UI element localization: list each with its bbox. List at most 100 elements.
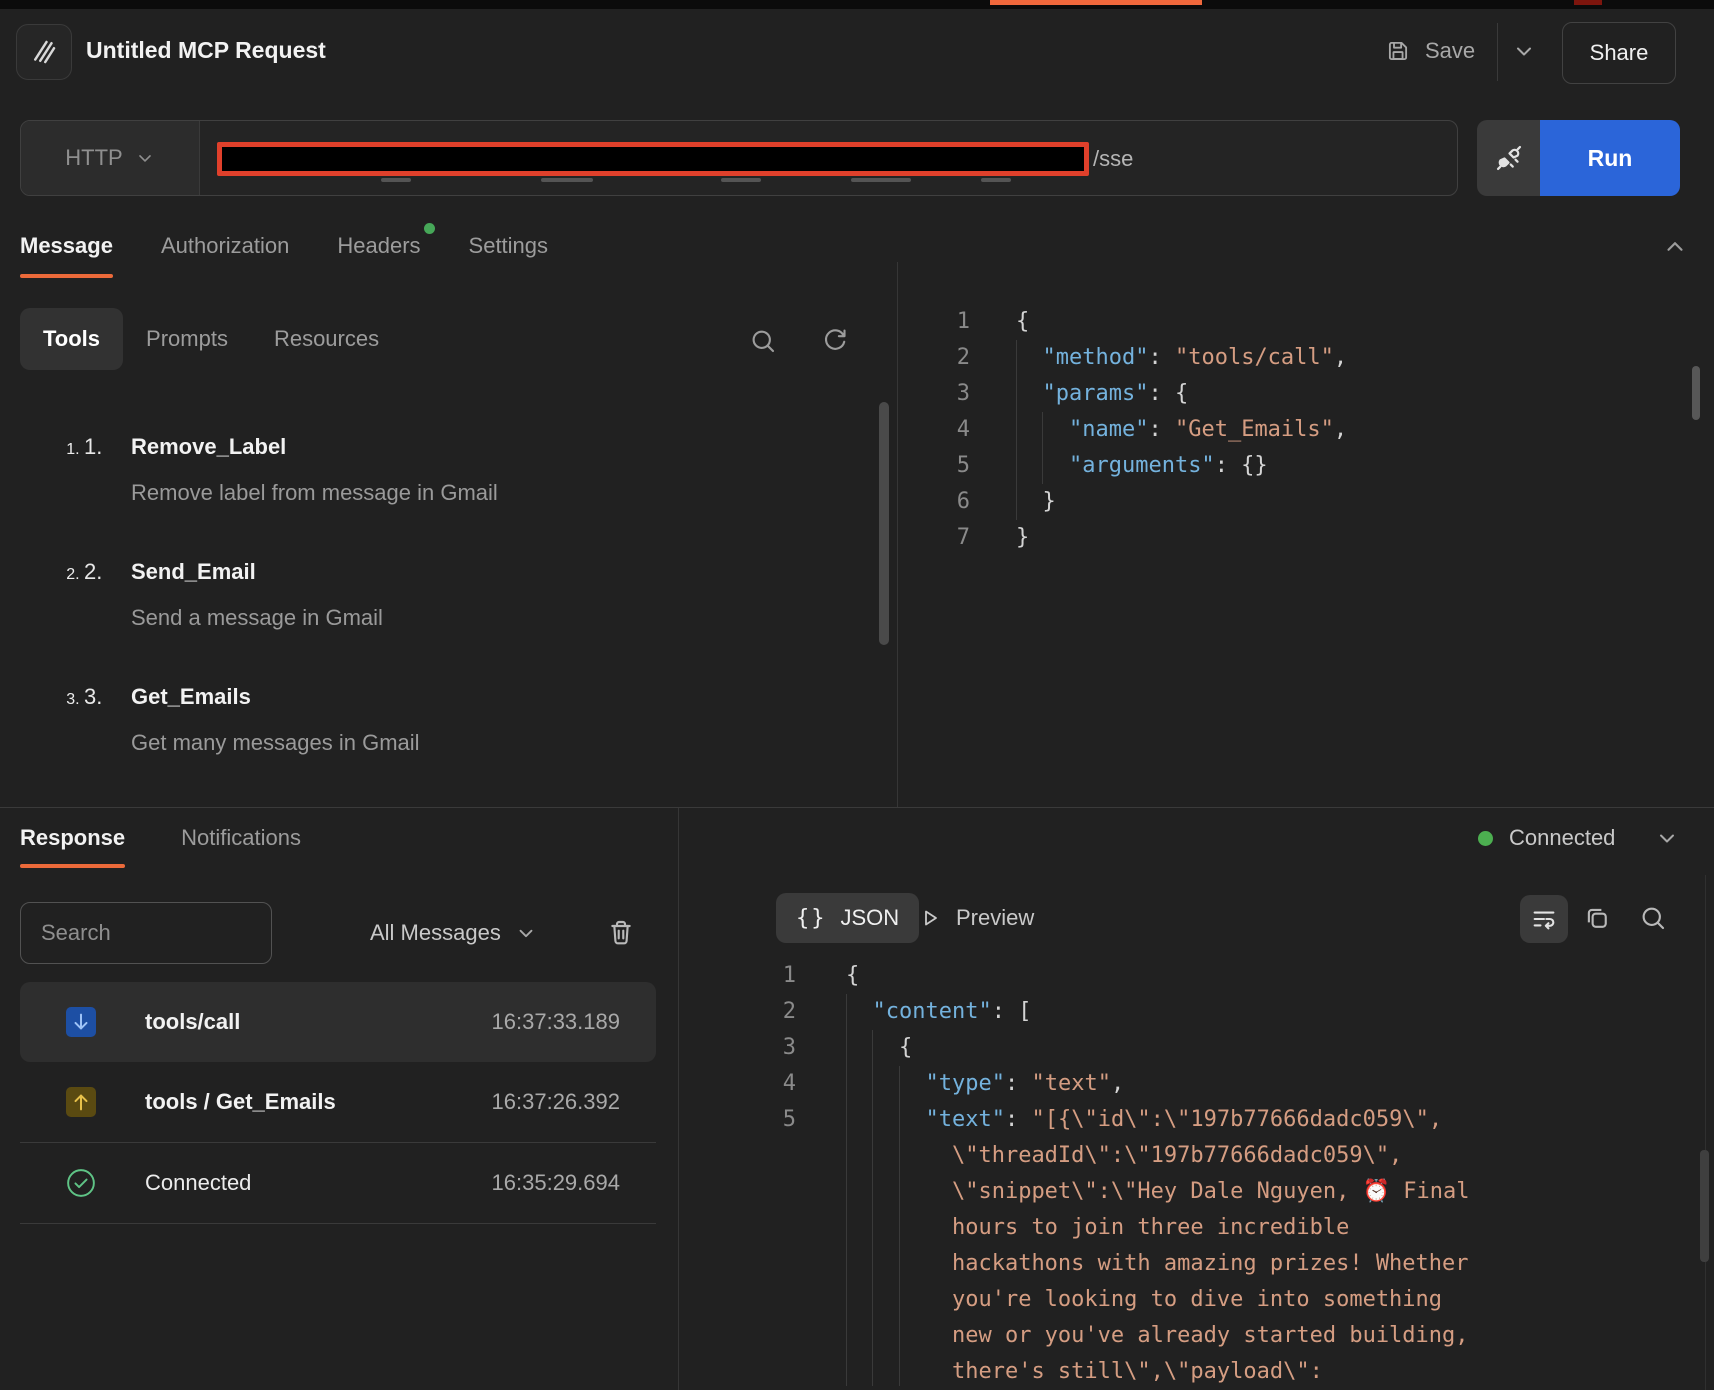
line-number: 1 (897, 304, 970, 340)
indent-guide (1016, 484, 1017, 520)
message-row-tools-get-emails[interactable]: tools / Get_Emails 16:37:26.392 (20, 1062, 656, 1143)
tools-search-icon[interactable] (748, 326, 778, 356)
capability-tab-resources[interactable]: Resources (251, 308, 402, 370)
run-button[interactable]: Run (1540, 120, 1680, 196)
tab-headers[interactable]: Headers (337, 228, 420, 264)
json-view-button[interactable]: {} JSON (776, 893, 919, 943)
line-number: 3 (678, 1030, 796, 1066)
message-filter-dropdown[interactable]: All Messages (370, 902, 537, 964)
indent-guide (1016, 448, 1017, 484)
save-options-chevron-down-icon[interactable] (1512, 39, 1536, 63)
code-line: 2 "content": [ (678, 994, 1690, 1030)
tool-name: Send_Email (131, 557, 256, 587)
tool-number: 1. (84, 432, 131, 462)
check-circle-icon (66, 1168, 96, 1198)
tools-scrollbar[interactable] (879, 402, 889, 645)
preview-button[interactable]: Preview (912, 893, 1040, 943)
code-line: hours to join three incredible (678, 1210, 1690, 1246)
indent-guide (899, 1102, 900, 1138)
indent-guide (846, 994, 847, 1030)
url-suffix: /sse (1093, 145, 1133, 173)
connection-status[interactable]: Connected (1478, 820, 1679, 856)
page-scrollbar[interactable] (1692, 366, 1700, 420)
line-number: 4 (897, 412, 970, 448)
messages-search-input[interactable] (20, 902, 272, 964)
tool-item-get-emails[interactable]: 3.Get_EmailsGet many messages in Gmail (84, 682, 864, 758)
response-tabs: Response Notifications (20, 820, 301, 856)
word-wrap-button[interactable] (1520, 895, 1568, 943)
braces-icon: {} (796, 906, 827, 931)
share-button[interactable]: Share (1562, 22, 1676, 84)
save-button[interactable]: Save (1385, 36, 1475, 66)
message-row-tools-call[interactable]: tools/call16:37:33.189 (20, 982, 656, 1062)
refresh-icon[interactable] (820, 326, 850, 356)
indent-guide (899, 1210, 900, 1246)
arrow-up-icon (66, 1087, 96, 1117)
message-label: tools / Get_Emails (145, 1089, 336, 1115)
word-wrap-icon (1530, 905, 1558, 933)
collapse-chevron-up-icon[interactable] (1662, 234, 1688, 260)
line-number (678, 1210, 796, 1246)
disconnect-button[interactable] (1477, 120, 1540, 196)
message-label: Connected (145, 1170, 251, 1196)
tab-notifications[interactable]: Notifications (181, 820, 301, 856)
response-search-icon[interactable] (1638, 903, 1668, 933)
filter-label: All Messages (370, 920, 501, 946)
code-line: 6 } (897, 484, 1674, 520)
response-scrollbar[interactable] (1700, 1150, 1709, 1262)
capability-tabs: ToolsPromptsResources (20, 308, 402, 370)
indent-guide (872, 1102, 873, 1138)
header-divider (1497, 23, 1498, 81)
capability-tab-tools[interactable]: Tools (20, 308, 123, 370)
mcp-logo-icon (16, 24, 72, 80)
tab-response[interactable]: Response (20, 820, 125, 856)
tab-authorization[interactable]: Authorization (161, 228, 289, 264)
message-timestamp: 16:37:26.392 (492, 1089, 620, 1115)
header: Untitled MCP Request Save Share (0, 9, 1714, 104)
tool-item-remove-label[interactable]: 1.Remove_LabelRemove label from message … (84, 432, 864, 508)
message-row-connected[interactable]: Connected16:35:29.694 (20, 1143, 656, 1224)
line-number: 1 (678, 958, 796, 994)
tab-message[interactable]: Message (20, 228, 113, 264)
code-line: 4 "type": "text", (678, 1066, 1690, 1102)
tab-label: Response (20, 825, 125, 850)
response-json-viewer[interactable]: 1{2 "content": [3 {4 "type": "text",5 "t… (678, 958, 1690, 1386)
line-number (678, 1318, 796, 1354)
line-number (678, 1174, 796, 1210)
tool-description: Get many messages in Gmail (131, 728, 864, 758)
indent-guide (872, 1174, 873, 1210)
response-scrollbar-track (1705, 875, 1706, 1390)
line-number: 5 (897, 448, 970, 484)
top-strip (0, 0, 1714, 9)
redacted-url (217, 142, 1089, 176)
request-json-editor[interactable]: 1{2 "method": "tools/call",3 "params": {… (897, 304, 1674, 556)
copy-icon[interactable] (1582, 903, 1612, 933)
protocol-dropdown[interactable]: HTTP (21, 121, 200, 195)
mcp-request-window: Untitled MCP Request Save Share HTTP (0, 0, 1714, 1390)
plug-disconnect-icon (1493, 142, 1525, 174)
indent-guide (846, 1318, 847, 1354)
code-line: new or you've already started building, (678, 1318, 1690, 1354)
tab-settings[interactable]: Settings (469, 228, 549, 264)
indent-guide (899, 1354, 900, 1386)
clear-messages-trash-icon[interactable] (605, 916, 637, 948)
code-line: 2 "method": "tools/call", (897, 340, 1674, 376)
indent-guide (899, 1318, 900, 1354)
capability-tab-prompts[interactable]: Prompts (123, 308, 251, 370)
indent-guide (872, 1318, 873, 1354)
line-number: 2 (678, 994, 796, 1030)
indent-guide (846, 1246, 847, 1282)
indent-guide (872, 1066, 873, 1102)
protocol-label: HTTP (65, 145, 122, 171)
indent-guide (1042, 412, 1043, 448)
tool-item-send-email[interactable]: 2.Send_EmailSend a message in Gmail (84, 557, 864, 633)
code-line: hackathons with amazing prizes! Whether (678, 1246, 1690, 1282)
run-label: Run (1588, 145, 1633, 172)
url-bar[interactable]: HTTP /sse (20, 120, 1458, 196)
active-tab-indicator (990, 0, 1202, 5)
indent-guide (1016, 376, 1017, 412)
connection-status-label: Connected (1509, 825, 1615, 851)
connected-dot-icon (1478, 831, 1493, 846)
indent-guide (846, 1030, 847, 1066)
code-line: 1{ (678, 958, 1690, 994)
